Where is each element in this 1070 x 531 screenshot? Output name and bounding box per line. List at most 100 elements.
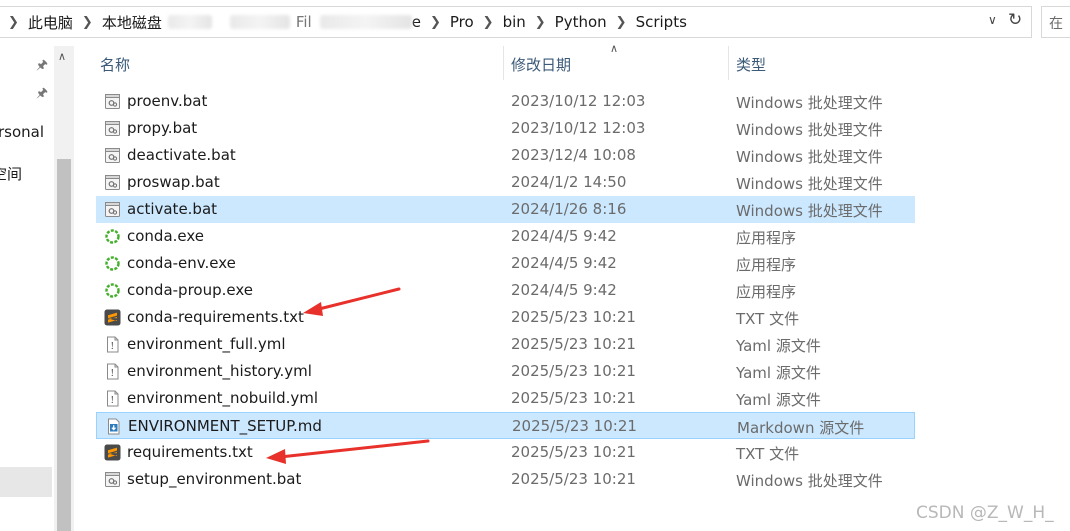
column-divider[interactable]	[728, 46, 729, 80]
column-header-name[interactable]: 名称	[100, 54, 130, 75]
file-row[interactable]: conda.exe 2024/4/5 9:42 应用程序	[96, 223, 915, 250]
file-row[interactable]: setup_environment.bat 2025/5/23 10:21 Wind…	[96, 466, 915, 493]
column-header-type[interactable]: 类型	[736, 54, 766, 75]
nav-item-personal[interactable]: rsonal	[0, 123, 44, 141]
file-row[interactable]: ! environment_nobuild.yml 2025/5/23 10:21 Y…	[96, 385, 915, 412]
file-row[interactable]: conda-proup.exe 2024/4/5 9:42 应用程序	[96, 277, 915, 304]
redacted-text	[319, 15, 412, 29]
breadcrumb-partial-2[interactable]: e	[412, 13, 421, 31]
bat-icon	[104, 147, 121, 164]
annotation-arrow	[303, 287, 401, 316]
svg-text:!: !	[111, 368, 114, 379]
file-row[interactable]: ! environment_history.yml 2025/5/23 10:21 Y…	[96, 358, 915, 385]
file-name[interactable]: conda-env.exe	[127, 254, 236, 272]
svg-text:!: !	[111, 395, 114, 406]
refresh-icon[interactable]: ↻	[1008, 10, 1022, 30]
file-name[interactable]: deactivate.bat	[127, 146, 236, 164]
chevron-down-icon[interactable]: ∨	[988, 13, 997, 27]
file-modified-date: 2025/5/23 10:21	[511, 470, 636, 488]
file-type: Windows 批处理文件	[736, 121, 883, 139]
file-type: Yaml 源文件	[736, 337, 821, 355]
svg-text:!: !	[111, 341, 114, 352]
address-box[interactable]: ❯ 此电脑 ❯ 本地磁盘 Fil e ❯ Pro ❯ bin ❯ Python …	[0, 6, 1032, 38]
nav-scrollbar[interactable]: ∧	[54, 46, 74, 531]
file-name[interactable]: requirements.txt	[127, 443, 253, 461]
file-type: Windows 批处理文件	[736, 175, 883, 193]
nav-selected-item[interactable]	[0, 467, 52, 497]
bat-icon	[104, 471, 121, 488]
file-modified-date: 2024/4/5 9:42	[511, 254, 617, 272]
file-row[interactable]: ENVIRONMENT_SETUP.md 2025/5/23 10:21 Markd…	[96, 412, 915, 439]
breadcrumb-partial-1[interactable]: Fil	[296, 13, 312, 31]
pin-icon: 🖈	[36, 58, 49, 73]
file-modified-date: 2024/4/5 9:42	[511, 281, 617, 299]
file-type: Windows 批处理文件	[736, 472, 883, 490]
pin-icon: 🖈	[36, 86, 49, 101]
sublime-icon	[104, 444, 121, 461]
file-type: Windows 批处理文件	[736, 202, 883, 220]
file-row[interactable]: activate.bat 2024/1/26 8:16 Windows 批处理文件	[96, 196, 915, 223]
breadcrumb-pro[interactable]: Pro	[450, 13, 474, 31]
chevron-right-icon[interactable]: ❯	[8, 15, 19, 30]
file-row[interactable]: ! environment_full.yml 2025/5/23 10:21 Yaml…	[96, 331, 915, 358]
scroll-up-icon[interactable]: ∧	[58, 50, 66, 63]
file-name[interactable]: proswap.bat	[127, 173, 220, 191]
file-row[interactable]: proenv.bat 2023/10/12 12:03 Windows 批处理文件	[96, 88, 915, 115]
breadcrumb-local-disk[interactable]: 本地磁盘	[102, 12, 162, 33]
file-type: 应用程序	[736, 229, 797, 247]
sublime-icon	[104, 309, 121, 326]
file-name[interactable]: conda-requirements.txt	[127, 308, 304, 326]
chevron-right-icon[interactable]: ❯	[82, 15, 93, 30]
file-row[interactable]: requirements.txt 2025/5/23 10:21 TXT 文件	[96, 439, 915, 466]
file-type: Windows 批处理文件	[736, 148, 883, 166]
file-type: Markdown 源文件	[737, 419, 865, 437]
bat-icon	[104, 201, 121, 218]
conda-icon	[104, 255, 121, 272]
file-row[interactable]: conda-requirements.txt 2025/5/23 10:21 TXT…	[96, 304, 915, 331]
breadcrumb: ❯ 此电脑 ❯ 本地磁盘 Fil e ❯ Pro ❯ bin ❯ Python …	[0, 7, 687, 37]
search-input[interactable]: 在	[1041, 6, 1070, 38]
file-modified-date: 2023/10/12 12:03	[511, 119, 646, 137]
markdown-icon	[105, 418, 122, 435]
breadcrumb-python[interactable]: Python	[555, 13, 607, 31]
file-name[interactable]: conda-proup.exe	[127, 281, 253, 299]
file-modified-date: 2025/5/23 10:21	[511, 443, 636, 461]
chevron-right-icon[interactable]: ❯	[616, 15, 627, 30]
file-type: 应用程序	[736, 283, 797, 301]
breadcrumb-bin[interactable]: bin	[503, 13, 526, 31]
yaml-icon: !	[104, 363, 121, 380]
file-type: TXT 文件	[736, 445, 800, 463]
nav-item-space[interactable]: 空间	[0, 163, 22, 184]
file-name[interactable]: activate.bat	[127, 200, 217, 218]
file-name[interactable]: propy.bat	[127, 119, 197, 137]
column-divider[interactable]	[503, 46, 504, 80]
file-name[interactable]: ENVIRONMENT_SETUP.md	[128, 417, 322, 435]
file-name[interactable]: setup_environment.bat	[127, 470, 301, 488]
file-row[interactable]: propy.bat 2023/10/12 12:03 Windows 批处理文件	[96, 115, 915, 142]
file-name[interactable]: environment_full.yml	[127, 335, 286, 353]
file-name[interactable]: environment_nobuild.yml	[127, 389, 318, 407]
file-row[interactable]: conda-env.exe 2024/4/5 9:42 应用程序	[96, 250, 915, 277]
file-name[interactable]: proenv.bat	[127, 92, 207, 110]
chevron-right-icon[interactable]: ❯	[535, 15, 546, 30]
search-placeholder: 在	[1049, 16, 1063, 32]
scrollbar-thumb[interactable]	[57, 159, 71, 531]
file-modified-date: 2024/4/5 9:42	[511, 227, 617, 245]
file-row[interactable]: proswap.bat 2024/1/2 14:50 Windows 批处理文件	[96, 169, 915, 196]
redacted-text	[167, 15, 212, 29]
file-name[interactable]: conda.exe	[127, 227, 204, 245]
file-row[interactable]: deactivate.bat 2023/12/4 10:08 Windows 批处理…	[96, 142, 915, 169]
sort-caret-icon: ∧	[610, 42, 619, 55]
redacted-text	[229, 15, 290, 29]
file-modified-date: 2025/5/23 10:21	[511, 389, 636, 407]
bat-icon	[104, 93, 121, 110]
breadcrumb-this-pc[interactable]: 此电脑	[28, 12, 73, 33]
column-header-modified[interactable]: 修改日期	[511, 54, 571, 75]
yaml-icon: !	[104, 390, 121, 407]
chevron-right-icon[interactable]: ❯	[483, 15, 494, 30]
chevron-right-icon[interactable]: ❯	[430, 15, 441, 30]
watermark: CSDN @Z_W_H_	[916, 503, 1054, 523]
file-type: Yaml 源文件	[736, 391, 821, 409]
breadcrumb-scripts[interactable]: Scripts	[636, 13, 687, 31]
file-name[interactable]: environment_history.yml	[127, 362, 312, 380]
